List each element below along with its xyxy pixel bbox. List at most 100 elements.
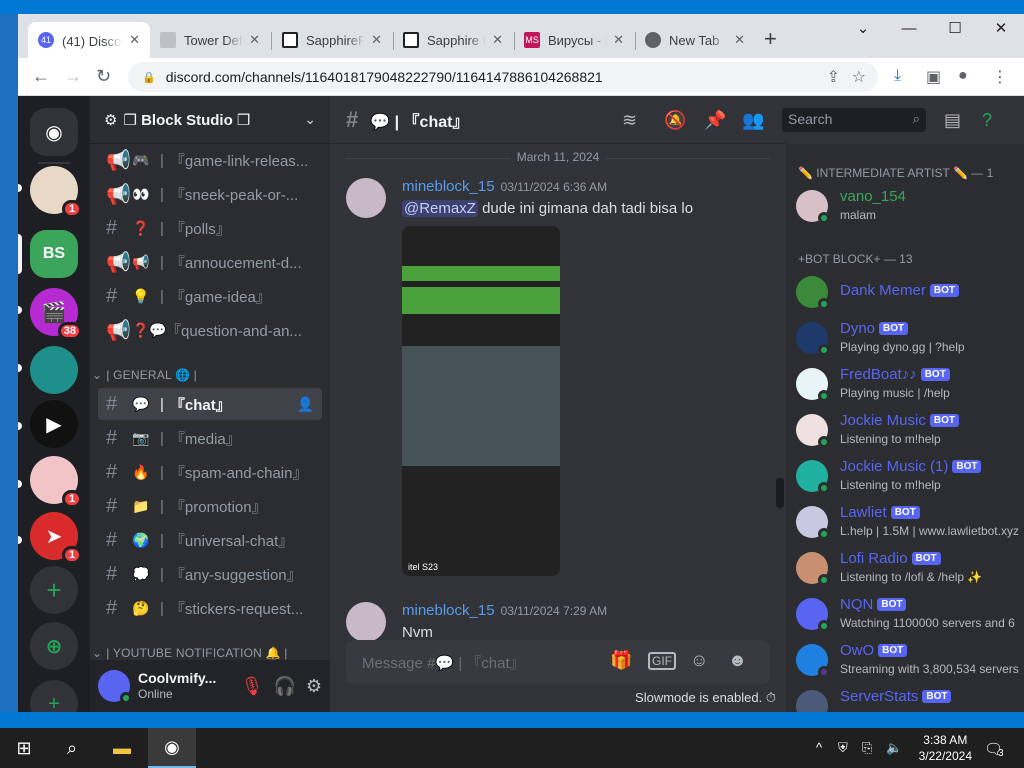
message-author[interactable]: mineblock_15 (402, 178, 495, 195)
server-icon-7[interactable]: ➤ 1 (30, 512, 82, 564)
message-author[interactable]: mineblock_15 (402, 602, 495, 619)
server-icon-5[interactable]: ▶ (30, 400, 78, 448)
add-server-icon[interactable]: + (30, 566, 78, 614)
discord-home-icon[interactable]: ◉ (30, 108, 78, 156)
user-info[interactable]: Coolvmify... Online (138, 670, 216, 702)
mute-icon[interactable]: 🎙 (241, 676, 264, 697)
threads-icon[interactable]: ≋ (622, 110, 637, 131)
server-header[interactable]: ⚙ ❒ Block Studio ❒ ⌄ (90, 96, 330, 144)
tab-tower-defense[interactable]: Tower Defense Simulator ✕ (150, 22, 270, 58)
avatar[interactable] (346, 178, 386, 218)
file-explorer-icon[interactable]: ▬ (98, 728, 146, 768)
tab-sapphire-1[interactable]: SapphireFiles ✕ (272, 22, 392, 58)
settings-gear-icon[interactable]: ⚙ (306, 676, 322, 697)
channel-polls[interactable]: # ❓ | 『polls』 (98, 212, 322, 244)
member-bot[interactable]: NQN BOT Watching 1100000 servers and 6 (796, 594, 1020, 636)
message-input[interactable]: Message #💬 | 『chat』 🎁 GIF ☺ ☻ (346, 640, 770, 684)
member-bot[interactable]: Dank Memer BOT (796, 272, 1020, 314)
tab-new-tab[interactable]: New Tab ✕ (635, 22, 755, 58)
tab-viruses[interactable]: MS Вирусы - Microsoft ✕ (514, 22, 634, 58)
server-icon-4[interactable] (30, 346, 78, 394)
new-tab-button[interactable]: + (764, 26, 777, 52)
sticker-icon[interactable]: ☺ (690, 650, 708, 671)
image-attachment[interactable]: itel S23 (402, 226, 560, 576)
member-list-icon[interactable]: 👥 (742, 110, 764, 131)
help-icon[interactable]: ? (982, 110, 992, 131)
channel-stickers[interactable]: # 🤔 | 『stickers-request... (98, 592, 322, 624)
download-icon[interactable]: ⤓ (894, 67, 901, 85)
member-bot[interactable]: Lofi Radio BOT Listening to /lofi & /help … (796, 548, 1020, 590)
reload-button[interactable]: ↻ (96, 66, 111, 87)
bookmark-star-icon[interactable]: ☆ (852, 67, 866, 87)
category-general[interactable]: ⌄ | GENERAL 🌐 | (92, 368, 197, 382)
member-bot[interactable]: Jockie Music BOT Listening to m!help (796, 410, 1020, 452)
channel-suggestion[interactable]: # 💭 | 『any-suggestion』 (98, 558, 322, 590)
category-youtube[interactable]: ⌄ | YOUTUBE NOTIFICATION 🔔 | (92, 646, 288, 660)
member-bot[interactable]: ServerStats BOT (796, 686, 1020, 712)
search-icon[interactable]: ⌕ (48, 728, 96, 768)
close-tab-icon[interactable]: ✕ (365, 32, 382, 48)
close-tab-icon[interactable]: ✕ (607, 32, 624, 48)
channel-game-link[interactable]: 📢 🎮 | 『game-link-releas... (98, 144, 322, 176)
channel-sneek-peak[interactable]: 📢 👀 | 『sneek-peak-or-... (98, 178, 322, 210)
tab-search-icon[interactable]: ⌄ (840, 14, 886, 42)
pin-icon[interactable]: 📌 (704, 110, 726, 131)
channel-game-idea[interactable]: # 💡 | 『game-idea』 (98, 280, 322, 312)
close-window-button[interactable]: ✕ (978, 14, 1024, 42)
scrollbar-thumb[interactable] (776, 478, 784, 508)
network-icon[interactable]: ⎘ (862, 740, 872, 756)
member-bot[interactable]: Dyno BOT Playing dyno.gg | ?help (796, 318, 1020, 360)
close-tab-icon[interactable]: ✕ (486, 32, 503, 48)
windows-start-icon[interactable]: ⊞ (0, 728, 48, 768)
emoji-icon[interactable]: ☻ (728, 650, 747, 671)
clock[interactable]: 3:38 AM 3/22/2024 (919, 732, 972, 764)
explore-servers-icon[interactable]: ⊕ (30, 622, 78, 670)
avatar[interactable] (346, 602, 386, 642)
mention[interactable]: @RemaxZ (402, 200, 478, 217)
member-bot[interactable]: Jockie Music (1) BOT Listening to m!help (796, 456, 1020, 498)
channel-chat[interactable]: # 💬 | 『chat』 👤 (98, 388, 322, 420)
inbox-icon[interactable]: ▤ (944, 110, 961, 131)
gift-icon[interactable]: 🎁 (610, 650, 632, 671)
search-input[interactable]: Search ⌕ (782, 108, 926, 132)
profile-icon[interactable]: ● (958, 67, 968, 85)
sidepanel-icon[interactable]: ▣ (926, 67, 941, 87)
channel-universal[interactable]: # 🌍 | 『universal-chat』 (98, 524, 322, 556)
channel-annoucement[interactable]: 📢 📢 | 『annoucement-d... (98, 246, 322, 278)
headphones-icon[interactable]: 🎧 (273, 676, 295, 697)
channel-spam[interactable]: # 🔥 | 『spam-and-chain』 (98, 456, 322, 488)
close-tab-icon[interactable]: ✕ (123, 32, 140, 48)
server-icon-3[interactable]: 🎬 38 (30, 288, 82, 340)
forward-button[interactable]: → (64, 66, 82, 87)
chrome-icon[interactable]: ◉ (148, 728, 196, 768)
member-bot[interactable]: FredBoat♪♪ BOT Playing music | /help (796, 364, 1020, 406)
channel-media[interactable]: # 📷 | 『media』 (98, 422, 322, 454)
channel-promotion[interactable]: # 📁 | 『promotion』 (98, 490, 322, 522)
chevron-down-icon[interactable]: ⌄ (304, 111, 316, 128)
url-text[interactable]: discord.com/channels/1164018179048222790… (166, 69, 603, 85)
volume-icon[interactable]: 🔈 (886, 740, 902, 756)
lock-icon[interactable]: 🔒 (142, 71, 156, 84)
maximize-button[interactable]: ☐ (932, 14, 978, 42)
close-tab-icon[interactable]: ✕ (243, 32, 260, 48)
share-icon[interactable]: ⇪ (827, 67, 840, 87)
notifications-muted-icon[interactable]: 🔕 (664, 110, 686, 131)
server-icon-6[interactable]: 1 (30, 456, 82, 508)
tab-discord[interactable]: 41 (41) Discord | #『chat』| Block Studio … (28, 22, 150, 58)
member-bot[interactable]: OwO BOT Streaming with 3,800,534 servers (796, 640, 1020, 682)
minimize-button[interactable]: — (886, 14, 932, 42)
server-icon-1[interactable]: 1 (30, 166, 82, 218)
address-bar[interactable]: 🔒 discord.com/channels/11640181790482227… (128, 62, 878, 92)
back-button[interactable]: ← (32, 66, 50, 87)
channel-question[interactable]: 📢 ❓💬 『question-and-an... (98, 314, 322, 346)
download-apps-icon[interactable]: + (30, 680, 78, 712)
security-icon[interactable]: ⛨ (838, 740, 848, 756)
server-icon-block-studio[interactable]: BS (30, 230, 78, 278)
menu-icon[interactable]: ⋮ (992, 67, 1008, 87)
gif-icon[interactable]: GIF (648, 652, 676, 670)
member-bot[interactable]: Lawliet BOT L.help | 1.5M | www.lawlietbot… (796, 502, 1020, 544)
invite-icon[interactable]: 👤 (297, 396, 314, 413)
chevron-up-icon[interactable]: ^ (816, 740, 822, 755)
tab-sapphire-2[interactable]: Sapphire Files ✕ (393, 22, 513, 58)
close-tab-icon[interactable]: ✕ (728, 32, 745, 48)
